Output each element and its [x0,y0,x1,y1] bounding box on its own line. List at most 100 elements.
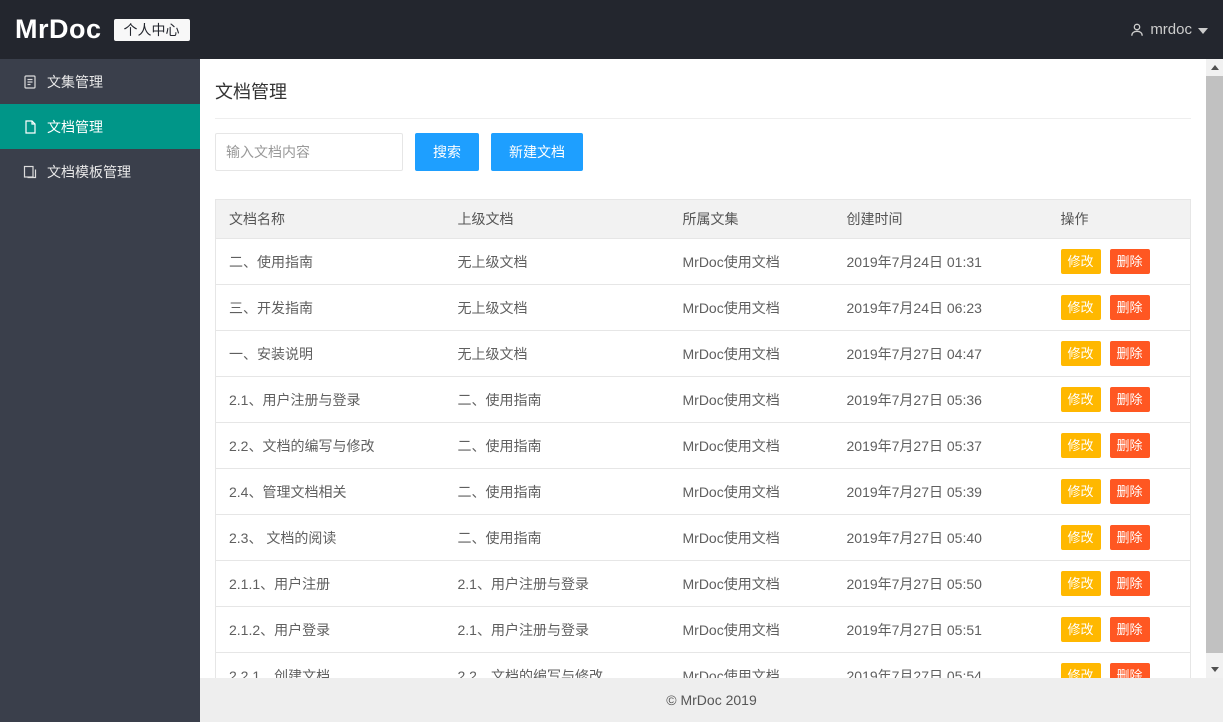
doc-name-cell: 二、使用指南 [215,238,445,285]
doc-name-cell: 2.1、用户注册与登录 [215,376,445,423]
actions-cell: 修改 删除 [1047,284,1191,331]
parent-doc-cell: 2.1、用户注册与登录 [444,560,670,607]
delete-button[interactable]: 删除 [1109,295,1150,320]
sidebar-item-collections[interactable]: 文集管理 [0,59,200,104]
vertical-scrollbar[interactable] [1206,59,1223,678]
edit-button[interactable]: 修改 [1060,295,1101,320]
doc-name-cell: 2.1.2、用户登录 [215,606,445,653]
doc-name-cell: 2.1.1、用户注册 [215,560,445,607]
table-row: 2.1.1、用户注册 2.1、用户注册与登录 MrDoc使用文档 2019年7月27日… [215,560,1191,607]
parent-doc-cell: 无上级文档 [444,330,670,377]
table-row: 2.1、用户注册与登录 二、使用指南 MrDoc使用文档 2019年7月27日 05:… [215,376,1191,423]
collection-cell: MrDoc使用文档 [669,284,834,331]
created-time-cell: 2019年7月27日 04:47 [833,330,1048,377]
footer: © MrDoc 2019 [200,678,1223,722]
doc-name-cell: 三、开发指南 [215,284,445,331]
doc-name-cell: 2.2.1、创建文档 [215,652,445,678]
doc-name-cell: 一、安装说明 [215,330,445,377]
collection-cell: MrDoc使用文档 [669,238,834,285]
collection-icon [22,74,38,90]
table-row: 2.3、 文档的阅读 二、使用指南 MrDoc使用文档 2019年7月27日 05:4… [215,514,1191,561]
actions-cell: 修改 删除 [1047,330,1191,377]
chevron-down-icon [1198,27,1208,34]
delete-button[interactable]: 删除 [1109,387,1150,412]
table-row: 2.2.1、创建文档 2.2、文档的编写与修改 MrDoc使用文档 2019年7月27… [215,652,1191,678]
sidebar: 文集管理 文档管理 文档模板管理 [0,59,200,722]
table-row: 2.4、管理文档相关 二、使用指南 MrDoc使用文档 2019年7月27日 05:3… [215,468,1191,515]
document-icon [22,119,38,135]
scroll-up-arrow-icon[interactable] [1206,59,1223,76]
delete-button[interactable]: 删除 [1109,663,1150,678]
col-header-collection: 所属文集 [669,199,834,239]
edit-button[interactable]: 修改 [1060,663,1101,678]
parent-doc-cell: 二、使用指南 [444,422,670,469]
collection-cell: MrDoc使用文档 [669,652,834,678]
sidebar-item-documents[interactable]: 文档管理 [0,104,200,149]
created-time-cell: 2019年7月27日 05:36 [833,376,1048,423]
actions-cell: 修改 删除 [1047,468,1191,515]
main-content: 文档管理 搜索 新建文档 文档名称 [200,59,1206,678]
created-time-cell: 2019年7月27日 05:40 [833,514,1048,561]
created-time-cell: 2019年7月27日 05:54 [833,652,1048,678]
edit-button[interactable]: 修改 [1060,387,1101,412]
username-label: mrdoc [1150,21,1192,38]
parent-doc-cell: 无上级文档 [444,238,670,285]
doc-name-cell: 2.2、文档的编写与修改 [215,422,445,469]
table-row: 一、安装说明 无上级文档 MrDoc使用文档 2019年7月27日 04:47 修改 删除 [215,330,1191,377]
delete-button[interactable]: 删除 [1109,249,1150,274]
page-title: 文档管理 [215,82,287,102]
collection-cell: MrDoc使用文档 [669,468,834,515]
doc-name-cell: 2.4、管理文档相关 [215,468,445,515]
actions-cell: 修改 删除 [1047,514,1191,561]
table-row: 三、开发指南 无上级文档 MrDoc使用文档 2019年7月24日 06:23 修改 删除 [215,284,1191,331]
sidebar-item-templates[interactable]: 文档模板管理 [0,149,200,194]
edit-button[interactable]: 修改 [1060,341,1101,366]
edit-button[interactable]: 修改 [1060,571,1101,596]
parent-doc-cell: 二、使用指南 [444,468,670,515]
delete-button[interactable]: 删除 [1109,617,1150,642]
topbar: MrDoc 个人中心 mrdoc [0,0,1223,59]
parent-doc-cell: 2.1、用户注册与登录 [444,606,670,653]
created-time-cell: 2019年7月27日 05:50 [833,560,1048,607]
scrollbar-thumb[interactable] [1206,76,1223,653]
edit-button[interactable]: 修改 [1060,617,1101,642]
col-header-created: 创建时间 [833,199,1048,239]
personal-center-badge[interactable]: 个人中心 [113,18,190,41]
app-logo[interactable]: MrDoc [15,14,102,45]
delete-button[interactable]: 删除 [1109,433,1150,458]
edit-button[interactable]: 修改 [1060,479,1101,504]
title-divider [215,118,1191,119]
actions-cell: 修改 删除 [1047,376,1191,423]
col-header-parent-doc: 上级文档 [444,199,670,239]
user-menu[interactable]: mrdoc [1129,21,1208,38]
parent-doc-cell: 无上级文档 [444,284,670,331]
delete-button[interactable]: 删除 [1109,571,1150,596]
table-row: 二、使用指南 无上级文档 MrDoc使用文档 2019年7月24日 01:31 修改 删除 [215,238,1191,285]
create-doc-button[interactable]: 新建文档 [491,133,583,171]
copyright-text: © MrDoc 2019 [666,692,757,708]
collection-cell: MrDoc使用文档 [669,514,834,561]
actions-cell: 修改 删除 [1047,422,1191,469]
created-time-cell: 2019年7月24日 01:31 [833,238,1048,285]
sidebar-item-label: 文档模板管理 [47,163,131,180]
edit-button[interactable]: 修改 [1060,525,1101,550]
sidebar-item-label: 文集管理 [47,73,103,90]
actions-cell: 修改 删除 [1047,238,1191,285]
delete-button[interactable]: 删除 [1109,341,1150,366]
actions-cell: 修改 删除 [1047,606,1191,653]
delete-button[interactable]: 删除 [1109,525,1150,550]
edit-button[interactable]: 修改 [1060,249,1101,274]
search-button[interactable]: 搜索 [415,133,479,171]
edit-button[interactable]: 修改 [1060,433,1101,458]
col-header-doc-name: 文档名称 [215,199,445,239]
table-row: 2.2、文档的编写与修改 二、使用指南 MrDoc使用文档 2019年7月27日 05… [215,422,1191,469]
collection-cell: MrDoc使用文档 [669,376,834,423]
parent-doc-cell: 二、使用指南 [444,514,670,561]
page: MrDoc 个人中心 mrdoc 文集管理 文档管理 文档模板管理 文档管理 输… [0,0,1223,722]
search-input[interactable] [215,133,403,171]
scroll-down-arrow-icon[interactable] [1206,661,1223,678]
collection-cell: MrDoc使用文档 [669,422,834,469]
collection-cell: MrDoc使用文档 [669,330,834,377]
sidebar-item-label: 文档管理 [47,118,103,135]
delete-button[interactable]: 删除 [1109,479,1150,504]
